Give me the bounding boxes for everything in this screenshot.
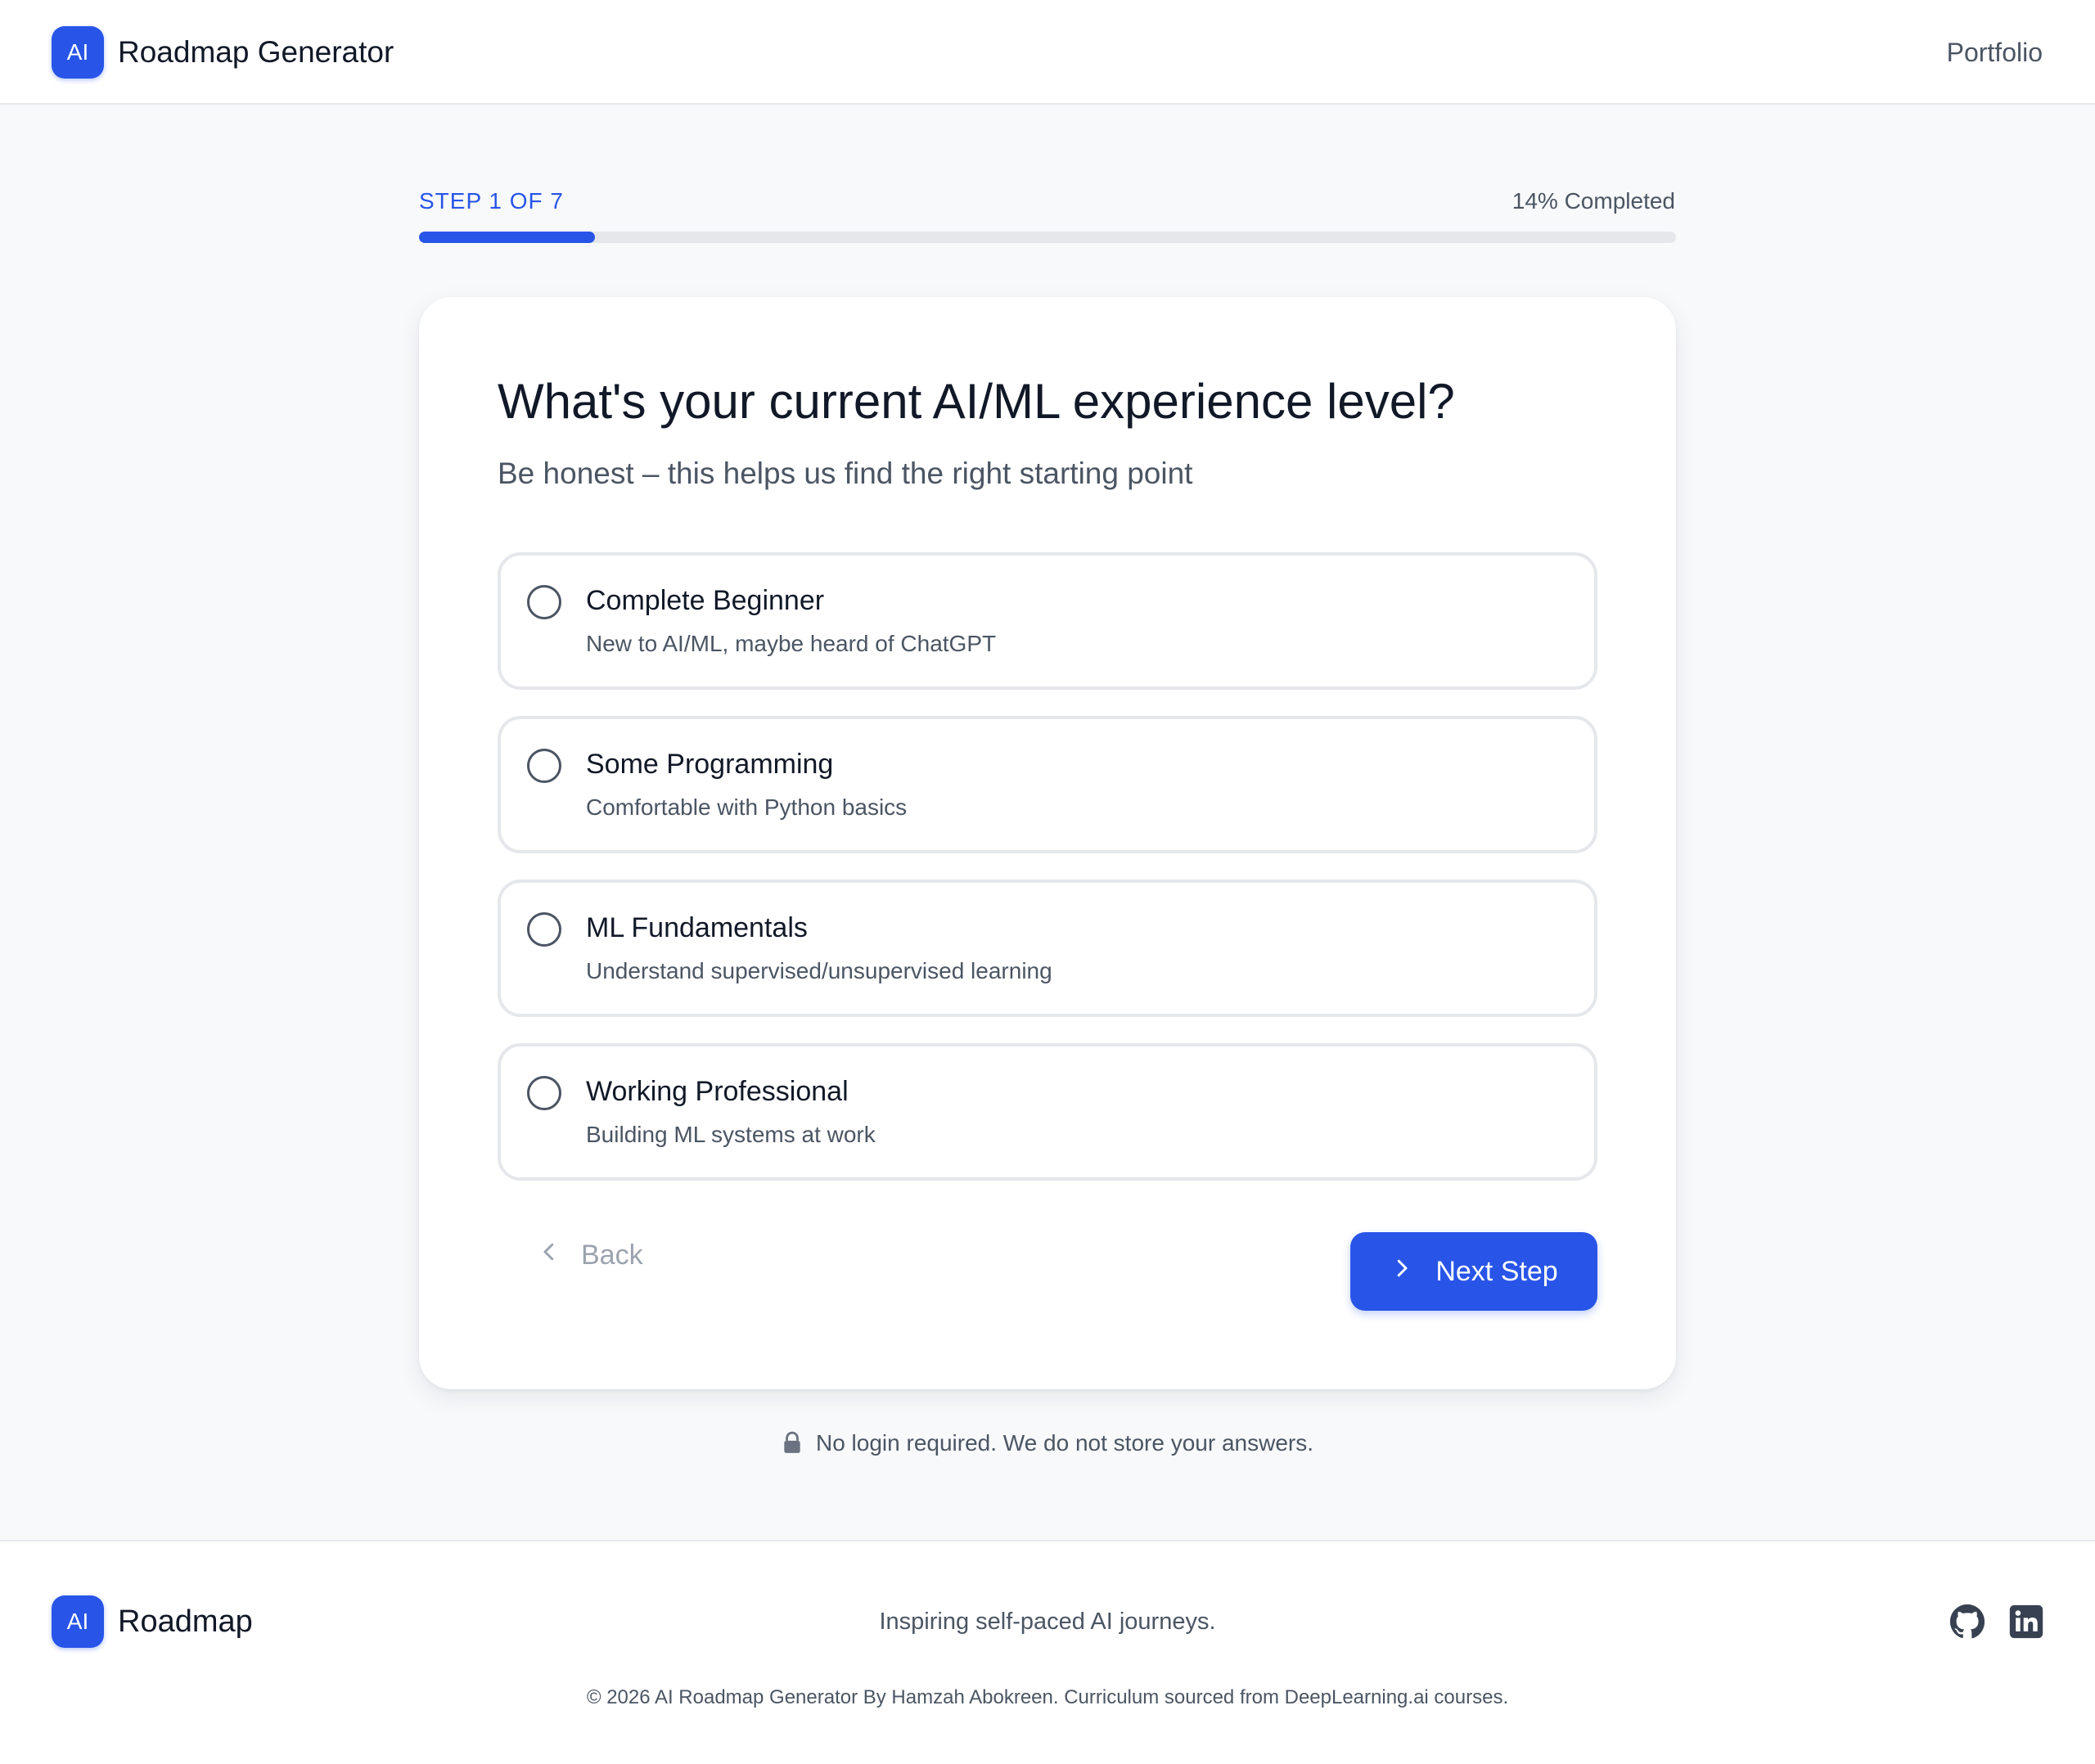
progress-bar-fill	[419, 232, 596, 243]
footer: AI Roadmap Inspiring self-paced AI journ…	[0, 1540, 2095, 1764]
option-some-programming[interactable]: Some Programming Comfortable with Python…	[498, 716, 1597, 853]
radio-button[interactable]	[527, 749, 561, 783]
question-title: What's your current AI/ML experience lev…	[498, 374, 1455, 429]
back-button[interactable]: Back	[537, 1232, 643, 1278]
back-button-label: Back	[581, 1239, 643, 1271]
top-header: AI Roadmap Generator Portfolio	[0, 0, 2095, 105]
app-title[interactable]: Roadmap Generator	[118, 33, 394, 72]
option-title: Working Professional	[586, 1076, 849, 1107]
radio-button[interactable]	[527, 585, 561, 619]
github-icon[interactable]	[1949, 1604, 1985, 1640]
option-complete-beginner[interactable]: Complete Beginner New to AI/ML, maybe he…	[498, 552, 1597, 690]
lock-icon	[784, 1431, 800, 1453]
chevron-right-icon	[1390, 1256, 1414, 1288]
question-subtitle: Be honest – this helps us find the right…	[498, 457, 1193, 490]
option-title: ML Fundamentals	[586, 912, 808, 943]
option-working-professional[interactable]: Working Professional Building ML systems…	[498, 1043, 1597, 1181]
option-title: Complete Beginner	[586, 585, 825, 616]
step-indicator: STEP 1 OF 7	[419, 188, 564, 214]
completion-percentage: 14% Completed	[1512, 188, 1675, 214]
radio-button[interactable]	[527, 1076, 561, 1110]
next-step-label: Next Step	[1435, 1255, 1558, 1287]
logo-badge[interactable]: AI	[52, 26, 104, 79]
option-description: New to AI/ML, maybe heard of ChatGPT	[586, 631, 997, 656]
privacy-note: No login required. We do not store your …	[0, 1427, 2095, 1460]
option-ml-fundamentals[interactable]: ML Fundamentals Understand supervised/un…	[498, 880, 1597, 1017]
footer-tagline: Inspiring self-paced AI journeys.	[879, 1609, 1216, 1635]
option-description: Comfortable with Python basics	[586, 794, 908, 820]
question-card: What's your current AI/ML experience lev…	[419, 297, 1676, 1389]
option-title: Some Programming	[586, 749, 834, 780]
option-description: Understand supervised/unsupervised learn…	[586, 958, 1052, 983]
portfolio-link[interactable]: Portfolio	[1947, 33, 2043, 72]
option-description: Building ML systems at work	[586, 1122, 876, 1147]
privacy-note-text: No login required. We do not store your …	[815, 1430, 1313, 1456]
next-step-button[interactable]: Next Step	[1350, 1232, 1597, 1311]
linkedin-icon[interactable]	[2008, 1604, 2044, 1640]
progress-bar	[419, 232, 1676, 243]
chevron-left-icon	[537, 1240, 561, 1271]
radio-button[interactable]	[527, 912, 561, 947]
footer-copyright: © 2026 AI Roadmap Generator By Hamzah Ab…	[586, 1686, 1509, 1708]
